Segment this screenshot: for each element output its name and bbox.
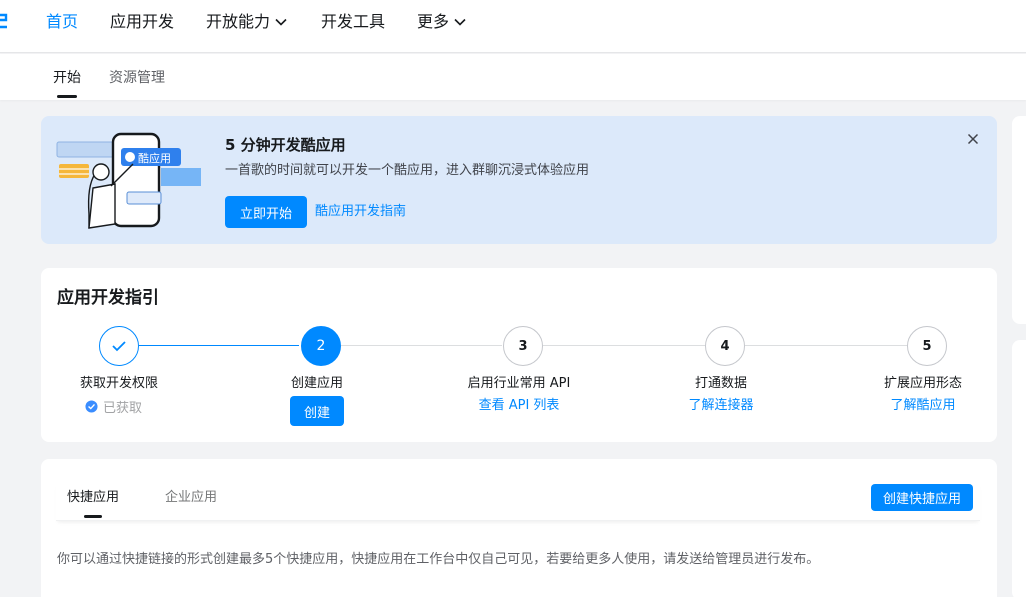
tab-enterprise-apps[interactable]: 企业应用 [165, 489, 217, 507]
step-5-circle: 5 [907, 326, 947, 366]
top-navigation-bar: 首页 应用开发 开放能力 开发工具 更多 [0, 0, 1026, 53]
step-1-label: 获取开发权限 [79, 376, 158, 391]
learn-connector-link[interactable]: 了解连接器 [621, 397, 821, 415]
development-guide-card: 应用开发指引 获取开发权限 已获取 2 创建应用 创建 3 启用行业常用 API… [41, 268, 997, 442]
step-3-label: 启用行业常用 API [467, 376, 571, 391]
chevron-down-icon [454, 18, 466, 26]
step-2-label: 创建应用 [290, 376, 343, 391]
tab-label: 资源管理 [109, 70, 165, 86]
side-panel-edge [1012, 116, 1026, 324]
tab-start[interactable]: 开始 [53, 68, 81, 98]
step-2-circle: 2 [301, 326, 341, 366]
nav-item-label: 首页 [46, 12, 79, 31]
create-app-button[interactable]: 创建 [290, 396, 344, 426]
tab-label: 企业应用 [165, 490, 218, 505]
step-connector [745, 345, 907, 346]
step-1-circle [99, 326, 139, 366]
step-connector [341, 345, 502, 346]
step-1-status: 已获取 [85, 397, 142, 416]
close-icon[interactable] [965, 131, 981, 147]
logo-icon[interactable] [0, 11, 14, 31]
nav-item-label: 应用开发 [110, 12, 175, 31]
illustration-tag: 酷应用 [138, 151, 171, 165]
tab-quick-apps[interactable]: 快捷应用 [67, 489, 120, 518]
tab-resource-management[interactable]: 资源管理 [109, 68, 165, 88]
nav-item-label: 开放能力 [206, 12, 271, 31]
start-now-button[interactable]: 立即开始 [225, 196, 307, 228]
quick-apps-description: 你可以通过快捷链接的形式创建最多5个快捷应用，快捷应用在工作台中仅自己可见，若要… [57, 552, 820, 567]
quick-apps-card: 快捷应用 企业应用 创建快捷应用 你可以通过快捷链接的形式创建最多5个快捷应用，… [41, 459, 997, 597]
nav-item-home[interactable]: 首页 [46, 11, 78, 33]
check-circle-icon [85, 400, 98, 413]
nav-item-more[interactable]: 更多 [417, 11, 466, 33]
step-1-status-text: 已获取 [103, 401, 143, 416]
step-5-label: 扩展应用形态 [883, 376, 962, 391]
nav-item-label: 更多 [417, 12, 450, 31]
check-icon [112, 341, 126, 352]
learn-cool-app-link[interactable]: 了解酷应用 [823, 397, 1023, 415]
step-4-label: 打通数据 [694, 376, 747, 391]
guide-title: 应用开发指引 [57, 288, 159, 308]
promo-banner: 酷应用 5 分钟开发酷应用 一首歌的时间就可以开发一个酷应用，进入群聊沉浸式体验… [41, 116, 997, 244]
step-connector [543, 345, 705, 346]
developer-illustration: 酷应用 [56, 132, 201, 229]
banner-description: 一首歌的时间就可以开发一个酷应用，进入群聊沉浸式体验应用 [225, 163, 590, 178]
nav-item-open-capabilities[interactable]: 开放能力 [206, 11, 287, 33]
banner-title: 5 分钟开发酷应用 [225, 136, 346, 154]
nav-item-app-dev[interactable]: 应用开发 [110, 11, 174, 33]
apps-tab-bar: 快捷应用 企业应用 [56, 483, 980, 521]
sub-navigation: 开始 资源管理 [0, 54, 1026, 100]
create-quick-app-button[interactable]: 创建快捷应用 [871, 484, 973, 511]
step-connector [139, 345, 299, 346]
tab-label: 开始 [53, 70, 81, 86]
nav-item-dev-tools[interactable]: 开发工具 [321, 11, 385, 33]
nav-item-label: 开发工具 [321, 12, 386, 31]
tab-label: 快捷应用 [67, 490, 120, 505]
chevron-down-icon [275, 18, 287, 26]
cool-app-guide-link[interactable]: 酷应用开发指南 [315, 203, 406, 221]
step-3-circle: 3 [503, 326, 543, 366]
view-api-list-link[interactable]: 查看 API 列表 [419, 397, 619, 415]
step-4-circle: 4 [705, 326, 745, 366]
